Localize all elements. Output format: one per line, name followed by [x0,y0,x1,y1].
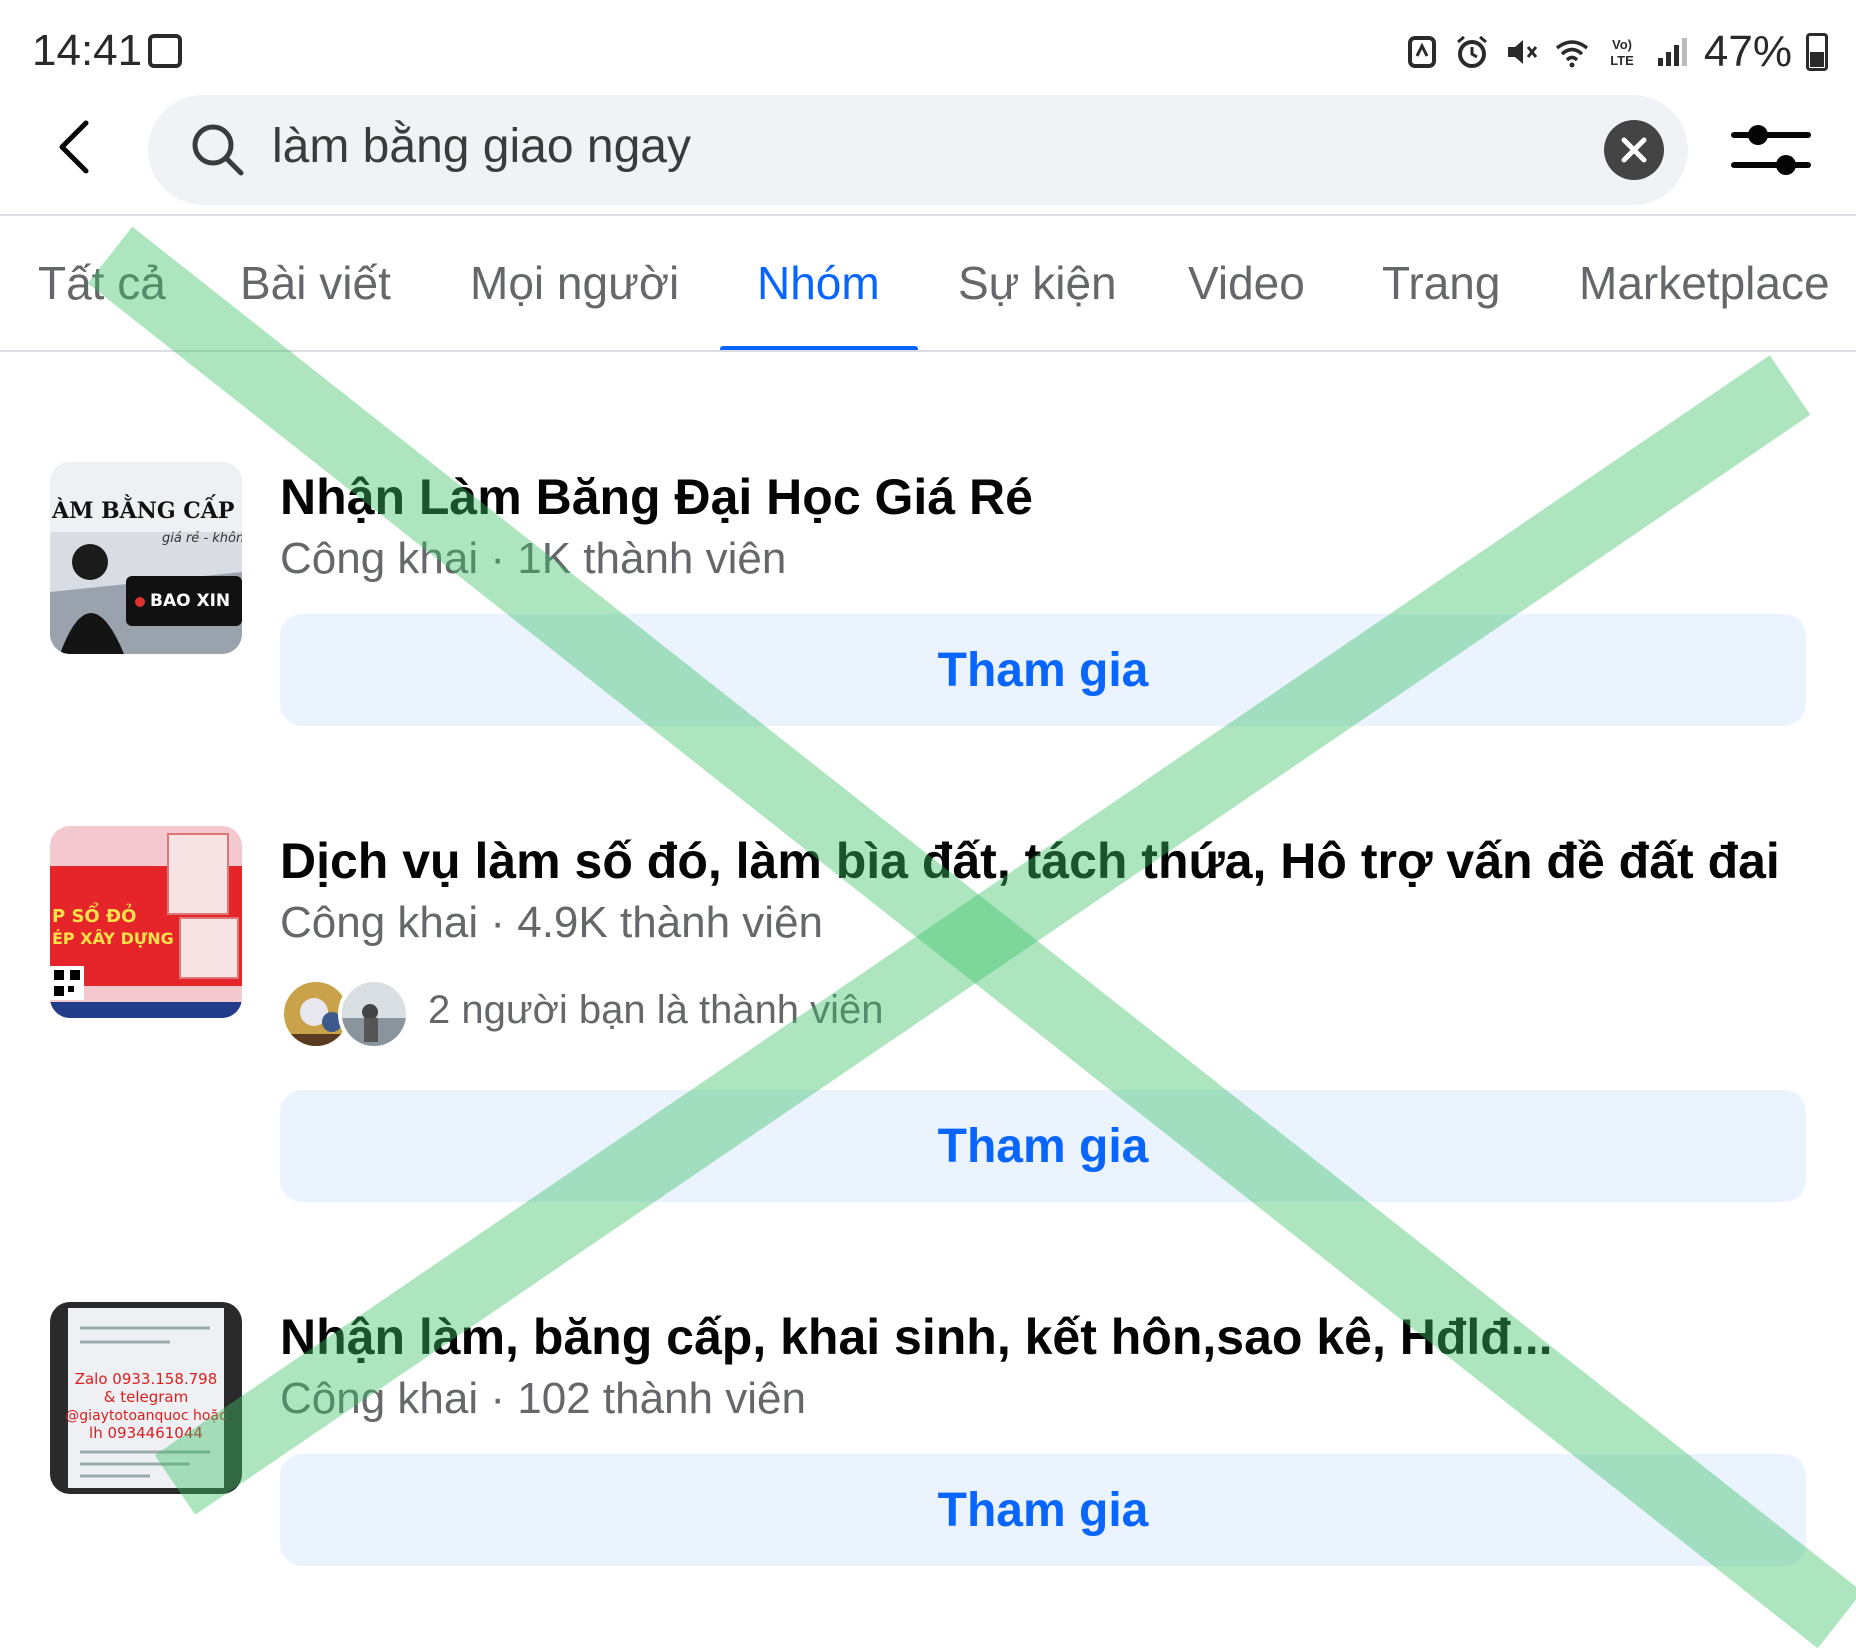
filter-sliders-icon[interactable] [1730,115,1812,185]
status-icons: Vo) LTE 47% [1404,27,1828,76]
search-query: làm bằng giao ngay [272,120,691,173]
tab-all[interactable]: Tất cả [38,256,166,310]
tab-pages[interactable]: Trang [1382,256,1500,310]
signal-icon [1657,38,1687,66]
friend-avatar[interactable] [338,978,410,1050]
status-time: 14:41 [32,26,143,75]
thumb-text-2: ÉP XÂY DỰNG [52,929,174,948]
group-meta: Công khai · 102 thành viên [280,1374,806,1423]
thumb-text-3: @giaytotoanquoc hoặc [65,1408,226,1424]
thumb-text-1: P SỔ ĐỎ [52,902,136,927]
group-title[interactable]: Nhận Làm Băng Đại Học Giá Ré [280,468,1033,526]
thumb-text-2: & telegram [104,1388,188,1406]
filter-tabs: Tất cả Bài viết Mọi người Nhóm Sự kiện V… [0,216,1856,352]
battery-percent: 47% [1703,27,1792,76]
group-title[interactable]: Nhận làm, băng cấp, khai sinh, kết hôn,s… [280,1308,1553,1366]
join-button[interactable]: Tham gia [280,1090,1806,1202]
wifi-icon [1555,40,1589,68]
group-thumbnail[interactable]: P SỔ ĐỎ ÉP XÂY DỰNG [50,826,242,1018]
thumb-text-1: ÀM BẰNG CẤP U [51,494,242,524]
search-input[interactable]: làm bằng giao ngay [148,95,1688,205]
tab-events[interactable]: Sự kiện [958,256,1117,310]
thumb-text-1: Zalo 0933.158.798 [75,1370,218,1388]
thumb-text-2: giá rẻ - khôn [162,531,242,546]
volte-icon: Vo)LTE [1610,37,1634,68]
thumb-text-4: lh 0934461044 [89,1424,203,1442]
tab-groups[interactable]: Nhóm [757,256,880,310]
group-meta: Công khai · 1K thành viên [280,534,787,583]
clear-search-button[interactable] [1604,120,1664,180]
svg-text:Vo): Vo) [1612,37,1632,52]
tab-posts[interactable]: Bài viết [240,256,391,310]
search-header: làm bằng giao ngay [0,95,1856,215]
join-button[interactable]: Tham gia [280,1454,1806,1566]
join-button[interactable]: Tham gia [280,614,1806,726]
tab-people[interactable]: Mọi người [470,256,679,310]
battery-icon [1806,33,1828,71]
nfc-icon [1407,36,1436,68]
status-bar: 14:41 Vo) LTE 47% [0,0,1856,95]
join-button-label: Tham gia [937,1483,1149,1537]
group-title[interactable]: Dịch vụ làm số đó, làm bìa đất, tách thứ… [280,832,1780,890]
alarm-icon [1456,35,1487,68]
search-icon [192,124,244,176]
group-meta: Công khai · 4.9K thành viên [280,898,824,947]
friends-text: 2 người bạn là thành viên [428,988,884,1032]
back-arrow-icon[interactable] [44,115,108,179]
join-button-label: Tham gia [937,1119,1149,1173]
tab-marketplace[interactable]: Marketplace [1579,256,1830,310]
group-thumbnail[interactable]: ÀM BẰNG CẤP U giá rẻ - khôn BAO XIN [50,462,242,654]
svg-text:LTE: LTE [1610,53,1634,68]
tab-videos[interactable]: Video [1188,256,1305,310]
mute-icon [1507,40,1538,64]
group-thumbnail[interactable]: Zalo 0933.158.798 & telegram @giaytotoan… [50,1302,242,1494]
close-icon [1621,137,1647,163]
tabs-divider [0,350,1856,352]
image-icon [148,34,182,68]
thumb-text-3: BAO XIN [150,591,230,611]
join-button-label: Tham gia [937,643,1149,697]
